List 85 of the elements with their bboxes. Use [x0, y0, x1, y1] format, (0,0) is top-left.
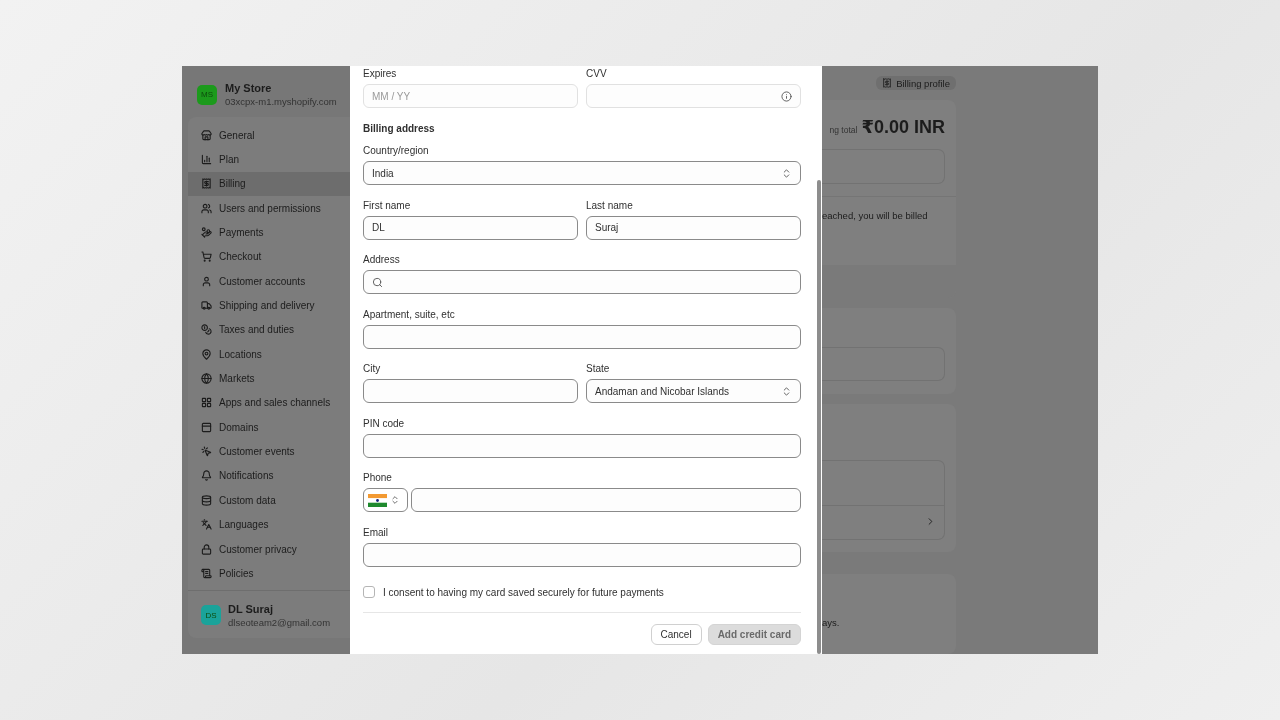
store-domain: 03xcpx-m1.myshopify.com — [225, 96, 337, 107]
hand-coins-icon — [201, 227, 212, 239]
nav-item[interactable]: Plan — [188, 147, 350, 172]
total-amount: ₹0.00 INR — [861, 116, 945, 138]
country-code-select[interactable] — [363, 488, 408, 512]
browser-window-icon — [201, 421, 212, 433]
nav-item[interactable]: Apps and sales channels — [188, 390, 350, 416]
field-label: First name — [363, 198, 412, 213]
total-label: ng total — [829, 125, 858, 135]
checkbox-label: I consent to having my card saved securely for future payments — [383, 586, 664, 598]
users-icon — [201, 202, 212, 214]
field-label: Last name — [586, 198, 634, 213]
checkbox[interactable] — [363, 586, 375, 598]
store-icon — [201, 129, 212, 141]
nav-item[interactable]: Taxes and duties — [188, 317, 350, 343]
field-label: State — [586, 362, 611, 376]
scrollbar[interactable] — [817, 180, 821, 654]
nav-item[interactable]: Custom data — [188, 488, 350, 513]
text-field[interactable] — [363, 379, 578, 403]
nav-item[interactable]: Customer privacy — [188, 536, 350, 562]
field-label: Apartment, suite, etc — [363, 307, 456, 322]
grid-icon — [201, 397, 212, 409]
select-field[interactable]: Andaman and Nicobar Islands — [586, 379, 801, 403]
user-name: DL Suraj — [228, 602, 275, 615]
chevrons-icon — [781, 167, 792, 179]
card-text: ays. — [822, 617, 841, 628]
map-pin-icon — [201, 348, 212, 360]
nav-item[interactable]: Customer accounts — [188, 269, 350, 294]
section-heading: Billing address — [363, 121, 435, 136]
nav-item[interactable]: Languages — [188, 512, 350, 537]
field-label: Expires — [363, 67, 398, 81]
lock-icon — [201, 543, 212, 555]
text-field[interactable] — [363, 542, 801, 567]
database-icon — [201, 494, 212, 506]
nav-item[interactable]: Shipping and delivery — [188, 293, 350, 318]
info-icon[interactable] — [781, 90, 792, 102]
notice-text: eached, you will be billed — [822, 209, 929, 222]
billing-profile-button[interactable]: Billing profile — [876, 76, 956, 90]
nav-item[interactable]: Payments — [188, 220, 350, 245]
select-field[interactable]: India — [363, 161, 801, 185]
nav-item[interactable]: Billing — [188, 171, 350, 197]
receipt-icon — [201, 178, 212, 190]
nav-item[interactable]: Locations — [188, 342, 350, 367]
cancel-button[interactable]: Cancel — [650, 624, 702, 645]
truck-icon — [201, 300, 212, 312]
text-field[interactable] — [363, 433, 801, 458]
globe-icon — [201, 373, 212, 385]
field-label: CVV — [586, 67, 608, 81]
chevrons-icon — [781, 385, 792, 397]
field-label: Address — [363, 253, 401, 267]
text-field[interactable]: DL — [363, 215, 578, 240]
bar-chart-icon — [201, 154, 212, 165]
pointer-click-icon — [201, 446, 212, 458]
flag-icon — [368, 493, 387, 507]
user-avatar: DS — [201, 605, 221, 626]
text-field[interactable]: MM / YY — [363, 84, 578, 108]
nav-item[interactable]: Checkout — [188, 244, 350, 270]
field-label: PIN code — [363, 416, 406, 431]
nav-item[interactable]: General — [188, 123, 350, 148]
field-label: City — [363, 362, 382, 376]
translate-icon — [201, 519, 212, 531]
field-label: Phone — [363, 471, 393, 485]
nav-item[interactable]: Domains — [188, 415, 350, 440]
phone-field[interactable] — [411, 488, 801, 512]
field-label: Email — [363, 525, 389, 540]
field-label: Country/region — [363, 144, 430, 158]
scroll-icon — [201, 567, 212, 579]
search-field[interactable] — [363, 270, 801, 294]
text-field[interactable] — [363, 324, 801, 349]
store-name: My Store — [225, 82, 273, 94]
store-avatar: MS — [197, 84, 217, 105]
coins-icon — [201, 324, 212, 336]
user-email: dlseoteam2@gmail.com — [228, 616, 331, 628]
receipt-icon — [882, 78, 893, 88]
text-field[interactable]: Suraj — [586, 215, 801, 240]
person-icon — [201, 275, 212, 287]
nav-item[interactable]: Policies — [188, 561, 350, 586]
nav-item[interactable]: Notifications — [188, 463, 350, 489]
search-icon — [372, 276, 383, 288]
nav-item[interactable]: Users and permissions — [188, 196, 350, 221]
nav-item[interactable]: Customer events — [188, 439, 350, 464]
bell-icon — [201, 470, 212, 482]
chevrons-icon — [390, 495, 400, 505]
nav-item[interactable]: Markets — [188, 366, 350, 391]
cart-icon — [201, 251, 212, 263]
